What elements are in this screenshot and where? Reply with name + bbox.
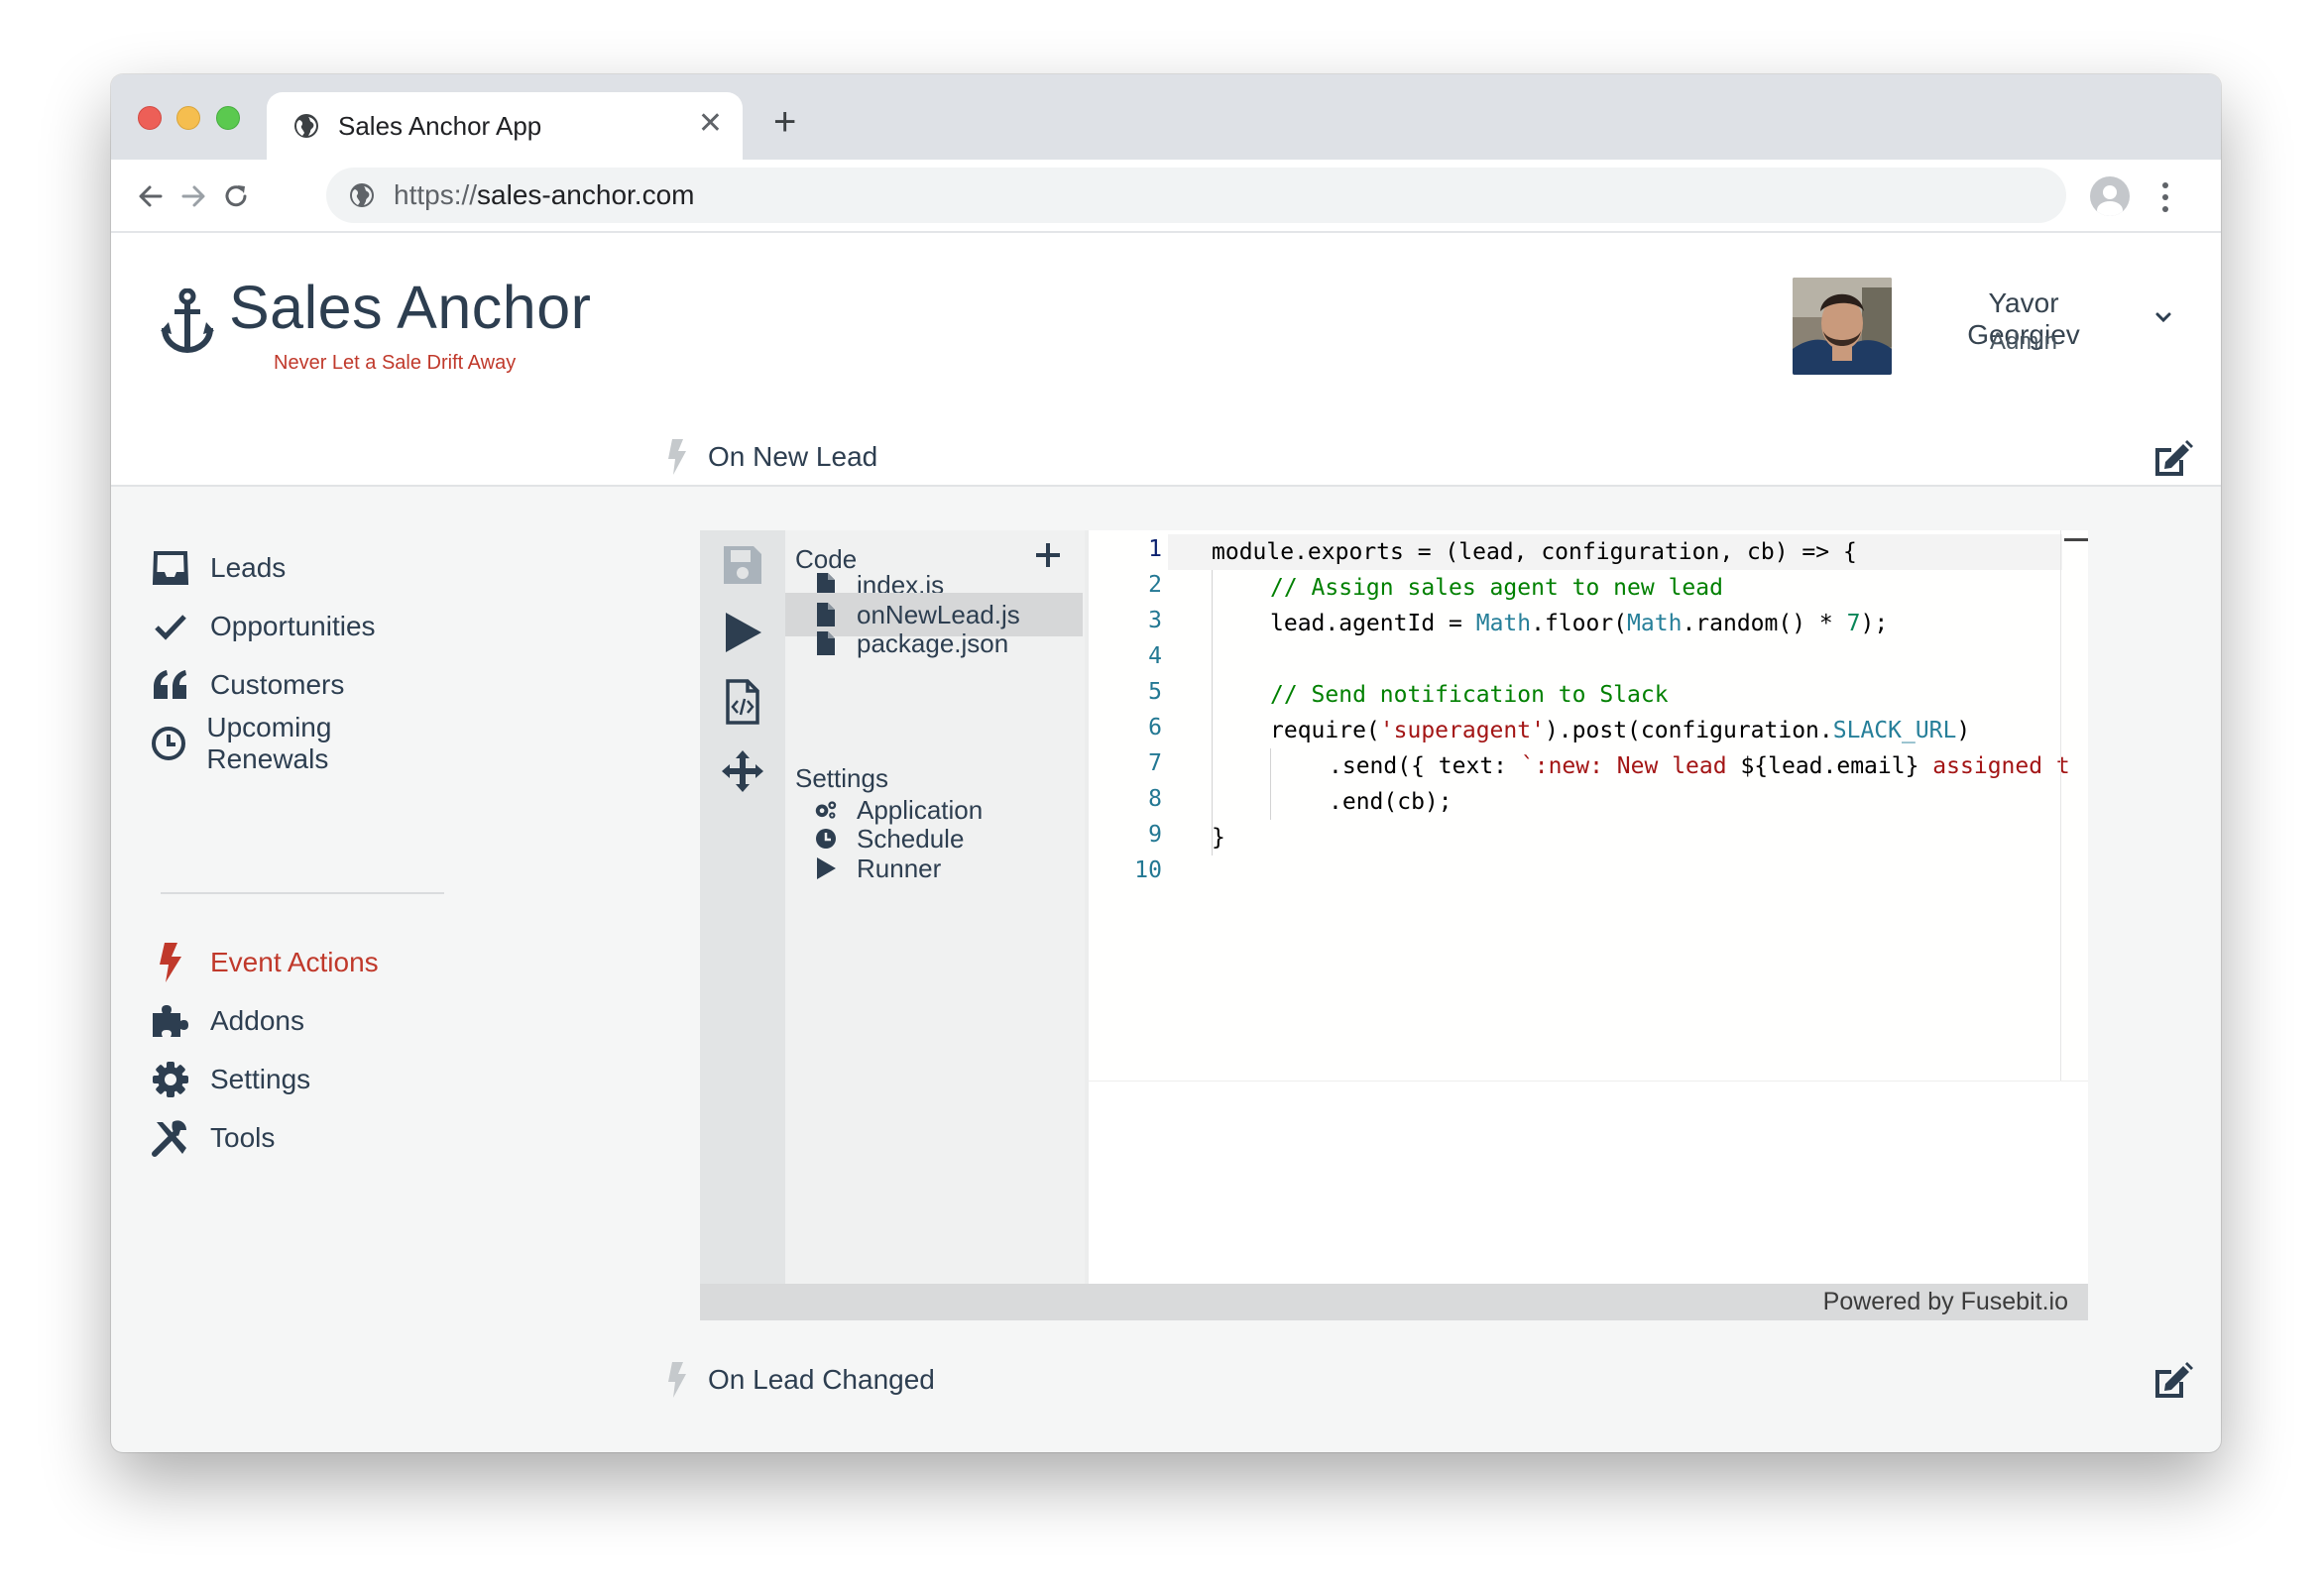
file-item-package[interactable]: package.json <box>785 622 1083 665</box>
back-arrow-icon[interactable] <box>131 176 171 216</box>
anchor-logo-icon <box>161 288 214 354</box>
file-tree: Code index.js onNewLead.js package.json … <box>785 530 1085 1284</box>
address-bar[interactable]: https://sales-anchor.com <box>326 168 2066 223</box>
tab-close-icon[interactable]: ✕ <box>698 109 723 139</box>
browser-toolbar: https://sales-anchor.com <box>111 160 2221 233</box>
code-text-editor[interactable]: 1 2 3 4 5 6 7 8 9 10 module.exports = (l… <box>1089 530 2088 1082</box>
bolt-icon <box>668 439 686 475</box>
code-line: module.exports = (lead, configuration, c… <box>1212 539 1857 565</box>
check-icon <box>151 607 190 646</box>
bolt-icon <box>668 1362 686 1398</box>
settings-item-label: Runner <box>857 853 942 883</box>
browser-tabbar: Sales Anchor App ✕ + <box>111 74 2221 160</box>
user-avatar[interactable] <box>1793 278 1892 375</box>
line-number: 6 <box>1148 715 1162 740</box>
move-arrows-icon[interactable] <box>720 748 765 794</box>
profile-avatar-icon[interactable] <box>2090 176 2130 216</box>
line-number: 9 <box>1148 822 1162 848</box>
minimap-border <box>2060 530 2061 1081</box>
code-line: .end(cb); <box>1329 789 1452 815</box>
user-role: Admin <box>1989 328 2058 355</box>
file-icon <box>815 631 837 655</box>
sidebar-item-label: Leads <box>210 552 287 583</box>
event-on-lead-changed[interactable]: On Lead Changed <box>666 1360 935 1400</box>
line-number: 10 <box>1134 857 1162 883</box>
maximize-window-button[interactable] <box>216 106 240 130</box>
sidebar-item-customers[interactable]: Customers <box>151 661 344 709</box>
site-info-icon[interactable] <box>348 181 376 209</box>
url-text: https://sales-anchor.com <box>394 179 695 210</box>
code-line: require('superagent').post(configuration… <box>1270 718 1971 743</box>
minimize-window-button[interactable] <box>176 106 200 130</box>
code-area: 1 2 3 4 5 6 7 8 9 10 module.exports = (l… <box>1089 530 2088 1284</box>
bolt-icon <box>151 943 190 982</box>
sidebar-item-label: Addons <box>210 1005 304 1036</box>
edit-icon[interactable] <box>2151 438 2193 480</box>
code-line: // Assign sales agent to new lead <box>1270 575 1723 601</box>
edit-icon[interactable] <box>2151 1360 2193 1402</box>
tools-icon <box>151 1118 190 1158</box>
save-icon[interactable] <box>720 542 765 588</box>
line-number: 1 <box>1148 536 1162 562</box>
new-tab-button[interactable]: + <box>773 102 796 142</box>
code-line: } <box>1212 825 1225 851</box>
sidebar-item-label: Settings <box>210 1064 311 1094</box>
sidebar-item-label: Tools <box>210 1122 276 1153</box>
code-line: lead.agentId = Math.floor(Math.random() … <box>1270 611 1889 636</box>
run-play-icon[interactable] <box>720 610 765 655</box>
minimap-slider[interactable] <box>2064 538 2088 541</box>
sidebar-item-renewals[interactable]: Upcoming Renewals <box>151 712 438 774</box>
close-window-button[interactable] <box>138 106 162 130</box>
forward-arrow-icon[interactable] <box>174 176 213 216</box>
line-number: 5 <box>1148 679 1162 705</box>
code-file-icon[interactable] <box>720 679 765 725</box>
browser-window: Sales Anchor App ✕ + https://sales-ancho… <box>111 74 2221 1452</box>
puzzle-icon <box>151 1001 190 1041</box>
app-header: Sales Anchor Never Let a Sale Drift Away… <box>111 233 2221 487</box>
event-on-new-lead[interactable]: On New Lead <box>666 437 877 477</box>
sidebar-item-label: Opportunities <box>210 611 376 641</box>
file-name: package.json <box>857 627 1009 658</box>
sidebar-item-label: Upcoming Renewals <box>206 712 332 774</box>
sidebar-item-leads[interactable]: Leads <box>151 544 286 592</box>
sidebar-item-label: Event Actions <box>210 947 379 977</box>
quote-icon <box>151 665 190 705</box>
browser-tab[interactable]: Sales Anchor App ✕ <box>267 92 743 160</box>
brand-tagline: Never Let a Sale Drift Away <box>274 352 517 374</box>
sidebar-item-label: Customers <box>210 669 345 700</box>
code-line: // Send notification to Slack <box>1270 682 1669 708</box>
indent-guide <box>1212 570 1213 855</box>
event-title: On New Lead <box>708 441 878 472</box>
menu-kebab-icon[interactable] <box>2161 181 2169 213</box>
sidebar-item-opportunities[interactable]: Opportunities <box>151 603 376 650</box>
inbox-icon <box>151 548 190 588</box>
tab-title: Sales Anchor App <box>338 110 542 141</box>
line-number: 8 <box>1148 786 1162 812</box>
editor-action-bar <box>700 530 785 1284</box>
sidebar-item-event-actions[interactable]: Event Actions <box>151 939 379 986</box>
sidebar-divider <box>161 892 444 894</box>
line-number: 3 <box>1148 608 1162 633</box>
line-number: 4 <box>1148 643 1162 669</box>
settings-item-runner[interactable]: Runner <box>785 847 1083 890</box>
clock-icon <box>151 724 186 763</box>
brand-title[interactable]: Sales Anchor <box>229 273 591 342</box>
line-number: 7 <box>1148 750 1162 776</box>
play-icon <box>815 856 837 880</box>
sidebar-nav: Leads Opportunities Customers Upcoming R… <box>111 487 444 1452</box>
code-editor-panel: Code index.js onNewLead.js package.json … <box>700 530 2088 1320</box>
sidebar-item-settings[interactable]: Settings <box>151 1056 310 1103</box>
sidebar-item-addons[interactable]: Addons <box>151 997 304 1045</box>
globe-icon <box>294 114 318 138</box>
reload-icon[interactable] <box>216 176 256 216</box>
line-number: 2 <box>1148 572 1162 598</box>
code-line: .send({ text: `:new: New lead ${lead.ema… <box>1329 753 2070 779</box>
sidebar-item-tools[interactable]: Tools <box>151 1114 275 1162</box>
chevron-down-icon[interactable] <box>2153 310 2173 324</box>
event-title: On Lead Changed <box>708 1364 935 1395</box>
indent-guide <box>1270 748 1271 820</box>
powered-by-footer[interactable]: Powered by Fusebit.io <box>700 1284 2088 1320</box>
gear-icon <box>151 1060 190 1099</box>
